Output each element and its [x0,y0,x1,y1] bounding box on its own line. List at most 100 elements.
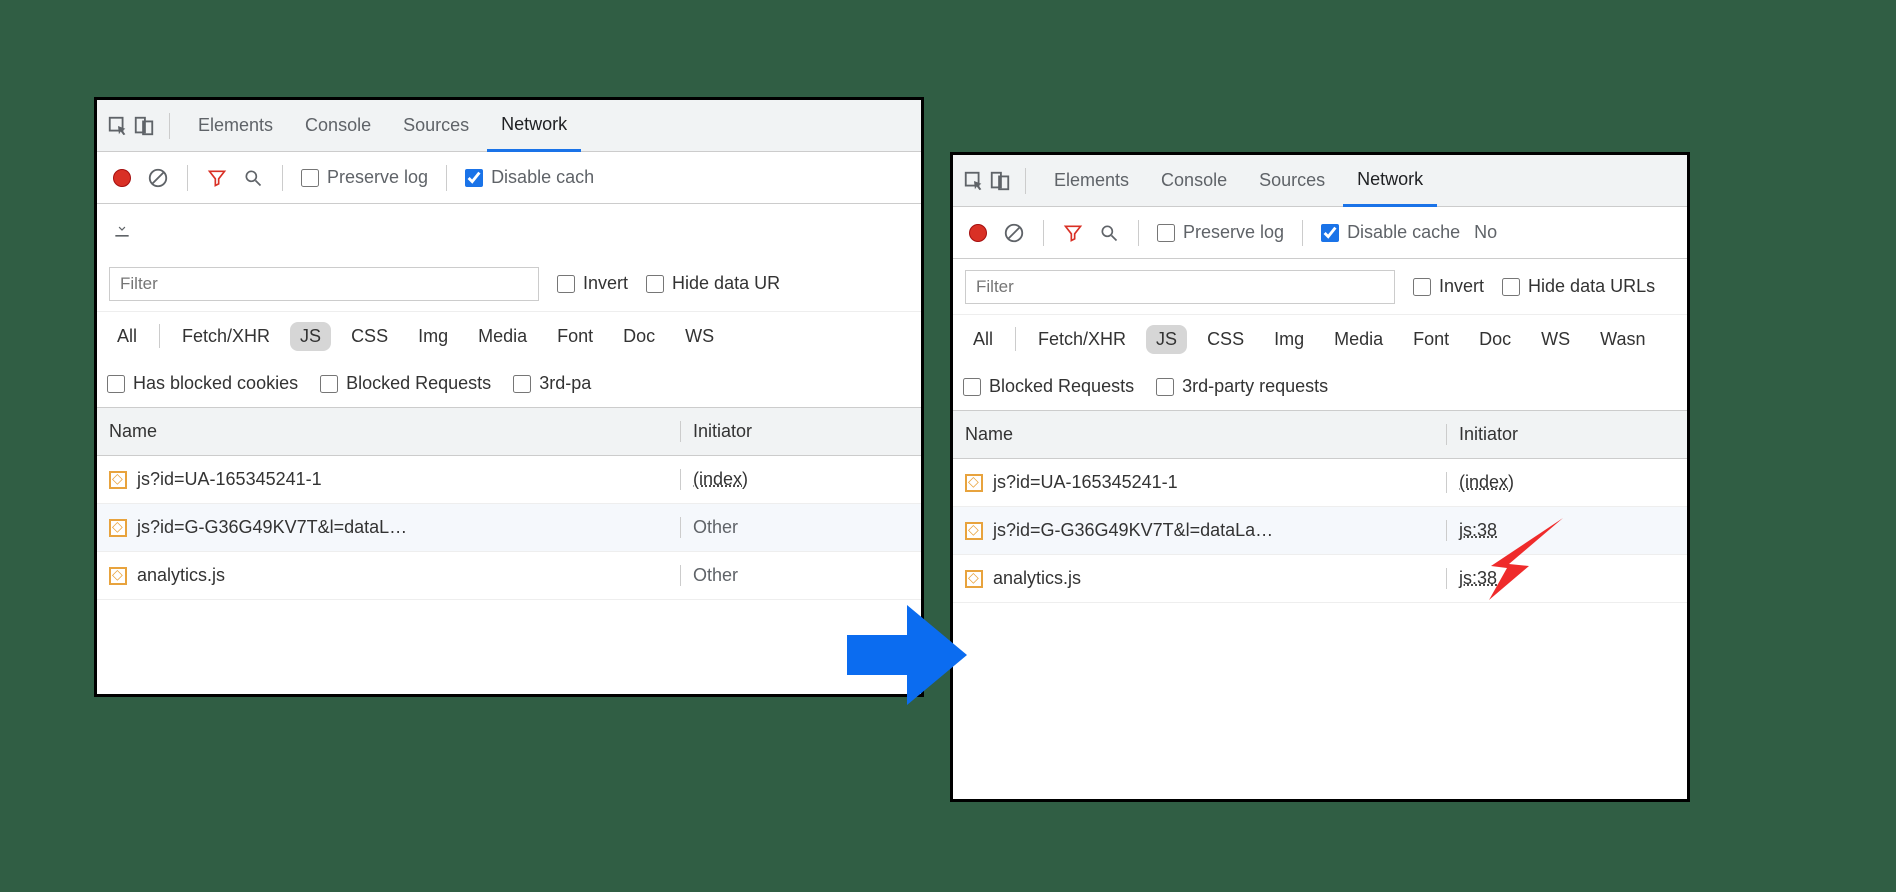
filter-icon[interactable] [206,167,228,189]
type-font[interactable]: Font [1403,325,1459,354]
search-icon[interactable] [242,167,264,189]
js-file-icon [965,570,983,588]
divider [1138,220,1139,246]
hide-data-urls-checkbox[interactable]: Hide data UR [646,273,780,294]
inspect-icon[interactable] [963,170,985,192]
device-toggle-icon[interactable] [989,170,1011,192]
type-js[interactable]: JS [290,322,331,351]
filter-bar: Invert Hide data UR [97,256,921,312]
file-name: js?id=UA-165345241-1 [993,472,1178,493]
disable-cache-checkbox[interactable]: Disable cache [1321,222,1460,243]
tab-sources[interactable]: Sources [389,101,483,150]
initiator-value[interactable]: (index) [693,469,748,489]
device-toggle-icon[interactable] [133,115,155,137]
initiator-value[interactable]: (index) [1459,472,1514,492]
tab-console[interactable]: Console [1147,156,1241,205]
clear-button[interactable] [1003,222,1025,244]
cell-name: js?id=G-G36G49KV7T&l=dataL… [97,517,681,538]
record-button[interactable] [967,222,989,244]
filter-input[interactable] [965,270,1395,304]
hide-data-urls-checkbox[interactable]: Hide data URLs [1502,276,1655,297]
tab-elements[interactable]: Elements [184,101,287,150]
type-fetchxhr[interactable]: Fetch/XHR [172,322,280,351]
type-media[interactable]: Media [468,322,537,351]
preserve-log-checkbox[interactable]: Preserve log [301,167,428,188]
has-blocked-cookies-checkbox[interactable]: Has blocked cookies [107,373,298,394]
inspect-icon[interactable] [107,115,129,137]
divider [1043,220,1044,246]
tab-network[interactable]: Network [1343,155,1437,207]
tab-elements[interactable]: Elements [1040,156,1143,205]
blue-arrow-annotation [842,600,972,713]
col-name[interactable]: Name [953,424,1447,445]
type-ws[interactable]: WS [1531,325,1580,354]
divider [282,165,283,191]
file-name: js?id=G-G36G49KV7T&l=dataLa… [993,520,1273,541]
col-initiator[interactable]: Initiator [681,421,921,442]
divider [446,165,447,191]
type-ws[interactable]: WS [675,322,724,351]
disable-cache-checkbox[interactable]: Disable cach [465,167,594,188]
clear-button[interactable] [147,167,169,189]
file-name: analytics.js [137,565,225,586]
type-css[interactable]: CSS [1197,325,1254,354]
type-wasm[interactable]: Wasn [1590,325,1655,354]
cell-name: js?id=G-G36G49KV7T&l=dataLa… [953,520,1447,541]
disable-cache-label: Disable cach [491,167,594,188]
initiator-value[interactable]: js:38 [1459,568,1497,588]
hide-data-urls-label: Hide data UR [672,273,780,294]
type-img[interactable]: Img [408,322,458,351]
js-file-icon [965,522,983,540]
cell-initiator: Other [681,517,921,538]
table-row[interactable]: js?id=UA-165345241-1 (index) [953,459,1687,507]
cell-initiator: js:38 [1447,520,1687,541]
tab-sources[interactable]: Sources [1245,156,1339,205]
table-row[interactable]: js?id=G-G36G49KV7T&l=dataL…Other [97,504,921,552]
table-row[interactable]: js?id=G-G36G49KV7T&l=dataLa… js:38 [953,507,1687,555]
initiator-value[interactable]: js:38 [1459,520,1497,540]
table-row[interactable]: analytics.jsjs:38 [953,555,1687,603]
type-css[interactable]: CSS [341,322,398,351]
record-button[interactable] [111,167,133,189]
type-all[interactable]: All [107,322,147,351]
table-row[interactable]: js?id=UA-165345241-1 (index) [97,456,921,504]
tab-network[interactable]: Network [487,100,581,152]
type-js[interactable]: JS [1146,325,1187,354]
blocked-requests-checkbox[interactable]: Blocked Requests [320,373,491,394]
devtools-panel-right: Elements Console Sources Network Preserv… [950,152,1690,802]
truncated-option: No [1474,222,1497,243]
resource-type-bar: All Fetch/XHR JS CSS Img Media Font Doc … [953,315,1687,363]
type-media[interactable]: Media [1324,325,1393,354]
col-name[interactable]: Name [97,421,681,442]
cell-name: js?id=UA-165345241-1 [953,472,1447,493]
table-row[interactable]: analytics.jsOther [97,552,921,600]
invert-checkbox[interactable]: Invert [1413,276,1484,297]
download-icon[interactable] [111,219,133,241]
preserve-log-label: Preserve log [327,167,428,188]
js-file-icon [965,474,983,492]
invert-checkbox[interactable]: Invert [557,273,628,294]
blocked-requests-checkbox[interactable]: Blocked Requests [963,376,1134,397]
filter-input[interactable] [109,267,539,301]
type-img[interactable]: Img [1264,325,1314,354]
type-doc[interactable]: Doc [1469,325,1521,354]
search-icon[interactable] [1098,222,1120,244]
type-fetchxhr[interactable]: Fetch/XHR [1028,325,1136,354]
devtools-tabbar: Elements Console Sources Network [953,155,1687,207]
divider [1025,168,1026,194]
file-name: js?id=UA-165345241-1 [137,469,322,490]
type-doc[interactable]: Doc [613,322,665,351]
hide-data-urls-label: Hide data URLs [1528,276,1655,297]
resource-type-bar: All Fetch/XHR JS CSS Img Media Font Doc … [97,312,921,360]
preserve-log-checkbox[interactable]: Preserve log [1157,222,1284,243]
disable-cache-label: Disable cache [1347,222,1460,243]
type-font[interactable]: Font [547,322,603,351]
type-all[interactable]: All [963,325,1003,354]
devtools-tabbar: Elements Console Sources Network [97,100,921,152]
third-party-checkbox[interactable]: 3rd-pa [513,373,591,394]
divider [159,324,160,348]
tab-console[interactable]: Console [291,101,385,150]
col-initiator[interactable]: Initiator [1447,424,1687,445]
third-party-checkbox[interactable]: 3rd-party requests [1156,376,1328,397]
filter-icon[interactable] [1062,222,1084,244]
